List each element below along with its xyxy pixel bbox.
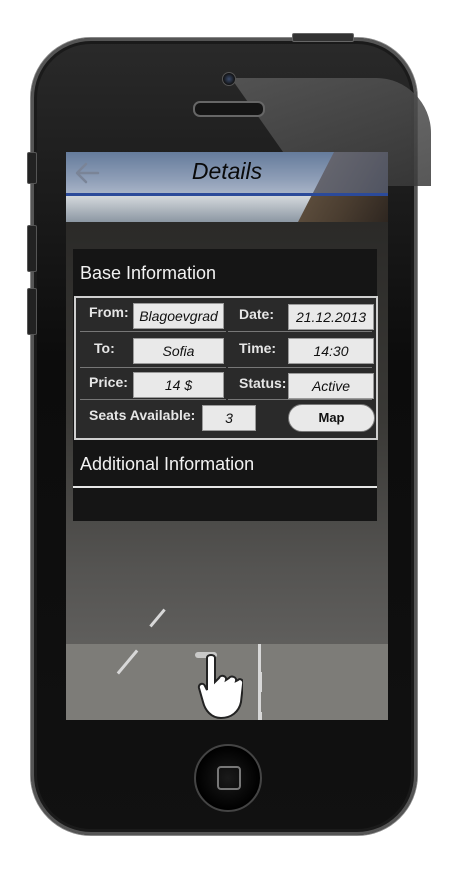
from-field[interactable]: Blagoevgrad [133, 303, 224, 329]
page-title: Details [191, 158, 263, 184]
price-field[interactable]: 14 $ [133, 372, 224, 398]
map-button[interactable]: Map [288, 404, 375, 432]
volume-down-button [27, 288, 37, 335]
volume-up-button [27, 225, 37, 272]
to-field[interactable]: Sofia [133, 338, 224, 364]
time-label: Time: [239, 340, 277, 356]
nav-header: Details [66, 152, 388, 196]
status-label: Status: [239, 375, 287, 391]
additional-information-title: Additional Information [80, 454, 255, 474]
to-label: To: [94, 340, 115, 356]
lane-marking [258, 644, 261, 720]
earpiece-speaker [193, 101, 265, 117]
seats-available-label: Seats Available: [89, 407, 196, 423]
status-field[interactable]: Active [288, 373, 374, 399]
power-button [292, 33, 354, 42]
home-button[interactable] [194, 744, 262, 812]
base-information-grid: From: Blagoevgrad Date: 21.12.2013 To: S… [74, 296, 378, 440]
time-field[interactable]: 14:30 [288, 338, 374, 364]
front-camera [222, 72, 236, 86]
seats-available-field[interactable]: 3 [202, 405, 256, 431]
app-screen: Details Base Information From: Blagoevgr… [66, 152, 388, 720]
section-divider [73, 486, 377, 488]
tap-hand-icon [195, 652, 243, 720]
from-label: From: [89, 304, 129, 320]
home-button-icon [217, 766, 241, 790]
base-information-title: Base Information [80, 263, 217, 283]
date-field[interactable]: 21.12.2013 [288, 304, 374, 330]
details-panel: Base Information From: Blagoevgrad Date:… [73, 249, 378, 521]
price-label: Price: [89, 374, 128, 390]
mute-switch [27, 152, 37, 184]
date-label: Date: [239, 306, 275, 322]
